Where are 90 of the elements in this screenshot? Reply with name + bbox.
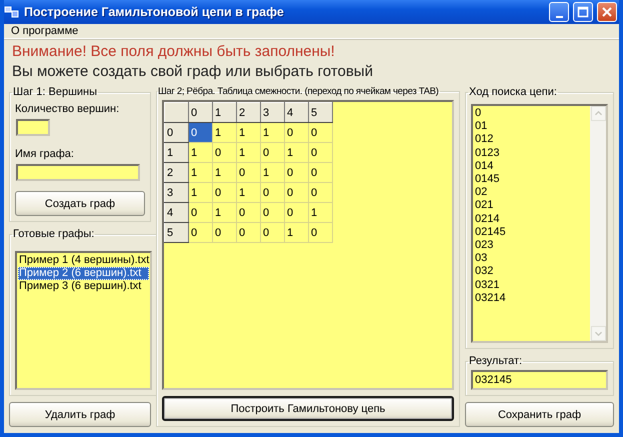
- search-step: 014: [475, 160, 588, 174]
- group-title: Шаг 2; Рёбра. Таблица смежности. (переход по ячейкам через TAB): [157, 86, 440, 97]
- matrix-cell[interactable]: 0: [260, 182, 284, 202]
- matrix-cell[interactable]: 0: [188, 222, 212, 242]
- window-title: Построение Гамильтоновой цепи в графе: [24, 5, 285, 19]
- row-header: 0: [164, 122, 188, 142]
- maximize-button[interactable]: [573, 2, 593, 22]
- column-header: 0: [188, 102, 212, 122]
- row-header: 3: [164, 182, 188, 202]
- hint-message: Вы можете создать свой граф или выбрать готовый: [12, 63, 374, 80]
- matrix-cell[interactable]: 1: [212, 162, 236, 182]
- minimize-icon: [556, 16, 562, 18]
- search-step: 02145: [475, 226, 588, 240]
- matrix-cell[interactable]: 0: [284, 202, 308, 222]
- minimize-button[interactable]: [549, 2, 569, 22]
- matrix-cell[interactable]: 0: [284, 162, 308, 182]
- matrix-cell[interactable]: 0: [308, 122, 332, 142]
- group-title: Результат:: [468, 355, 524, 367]
- matrix-cell[interactable]: 1: [260, 162, 284, 182]
- matrix-cell[interactable]: 1: [188, 142, 212, 162]
- search-step: 0: [475, 107, 588, 120]
- matrix-cell[interactable]: 0: [236, 202, 260, 222]
- build-path-button[interactable]: Построить Гамильтонову цепь: [162, 396, 454, 421]
- maximize-icon: [575, 4, 591, 20]
- delete-graph-button[interactable]: Удалить граф: [9, 402, 151, 427]
- save-graph-button[interactable]: Сохранить граф: [465, 402, 614, 427]
- matrix-cell[interactable]: 0: [308, 142, 332, 162]
- matrix-cell[interactable]: 0: [284, 122, 308, 142]
- matrix-cell[interactable]: 0: [260, 142, 284, 162]
- vertex-count-field[interactable]: [16, 119, 50, 136]
- row-header: 2: [164, 162, 188, 182]
- matrix-cell[interactable]: 0: [236, 162, 260, 182]
- row-header: 1: [164, 142, 188, 162]
- warning-message: Внимание! Все поля должны быть заполнены!: [12, 43, 336, 60]
- search-step: 0214: [475, 212, 588, 226]
- matrix-cell[interactable]: 0: [212, 142, 236, 162]
- matrix-cell[interactable]: 1: [212, 122, 236, 142]
- matrix-cell[interactable]: 1: [236, 122, 260, 142]
- row-header: 4: [164, 202, 188, 222]
- menu-item[interactable]: О программе: [9, 25, 80, 37]
- search-step: 023: [475, 239, 588, 252]
- search-step: 01: [475, 120, 588, 134]
- graph-list-item[interactable]: Пример 2 (6 вершин).txt: [18, 267, 150, 280]
- matrix-cell[interactable]: 1: [236, 182, 260, 202]
- field-label: Количество вершин:: [15, 103, 120, 115]
- group-title: Шаг 1: Вершины: [12, 86, 98, 98]
- column-header: 5: [308, 102, 332, 122]
- matrix-cell[interactable]: 0: [308, 182, 332, 202]
- column-header: 1: [212, 102, 236, 122]
- matrix-cell[interactable]: 1: [308, 202, 332, 222]
- matrix-cell[interactable]: 1: [284, 142, 308, 162]
- matrix-cell[interactable]: 0: [284, 182, 308, 202]
- search-step: 021: [475, 199, 588, 213]
- search-step: 032: [475, 265, 588, 279]
- field-label: Имя графа:: [15, 148, 75, 160]
- graph-name-field[interactable]: [16, 164, 140, 181]
- graph-list-item[interactable]: Пример 3 (6 вершин).txt: [18, 280, 150, 293]
- matrix-cell[interactable]: 0: [188, 122, 212, 142]
- group-title: Готовые графы:: [12, 228, 96, 240]
- matrix-cell[interactable]: 0: [260, 202, 284, 222]
- app-icon: [4, 5, 20, 19]
- search-step: 03214: [475, 292, 588, 306]
- search-step: 0321: [475, 278, 588, 292]
- matrix-cell[interactable]: 1: [188, 182, 212, 202]
- search-step: 0123: [475, 146, 588, 160]
- graph-list-item[interactable]: Пример 1 (4 вершины).txt: [18, 254, 150, 267]
- column-header: 2: [236, 102, 260, 122]
- search-step: 012: [475, 133, 588, 147]
- column-header: 3: [260, 102, 284, 122]
- row-header: 5: [164, 222, 188, 242]
- matrix-cell[interactable]: 0: [308, 222, 332, 242]
- create-graph-button[interactable]: Создать граф: [15, 191, 145, 216]
- matrix-cell[interactable]: 0: [212, 182, 236, 202]
- search-step: 03: [475, 252, 588, 266]
- matrix-cell[interactable]: 1: [236, 142, 260, 162]
- matrix-cell[interactable]: 0: [212, 222, 236, 242]
- matrix-cell[interactable]: 0: [260, 222, 284, 242]
- search-step: 0145: [475, 173, 588, 186]
- matrix-cell[interactable]: 1: [188, 162, 212, 182]
- matrix-cell[interactable]: 0: [236, 222, 260, 242]
- matrix-cell[interactable]: 1: [260, 122, 284, 142]
- column-header: 4: [284, 102, 308, 122]
- matrix-cell[interactable]: 1: [212, 202, 236, 222]
- matrix-cell[interactable]: 0: [308, 162, 332, 182]
- group-title: Ход поиска цепи:: [468, 86, 558, 98]
- result-field[interactable]: 032145: [471, 370, 608, 390]
- close-button[interactable]: [597, 2, 617, 22]
- matrix-cell[interactable]: 0: [188, 202, 212, 222]
- search-step: 02: [475, 186, 588, 200]
- matrix-cell[interactable]: 1: [284, 222, 308, 242]
